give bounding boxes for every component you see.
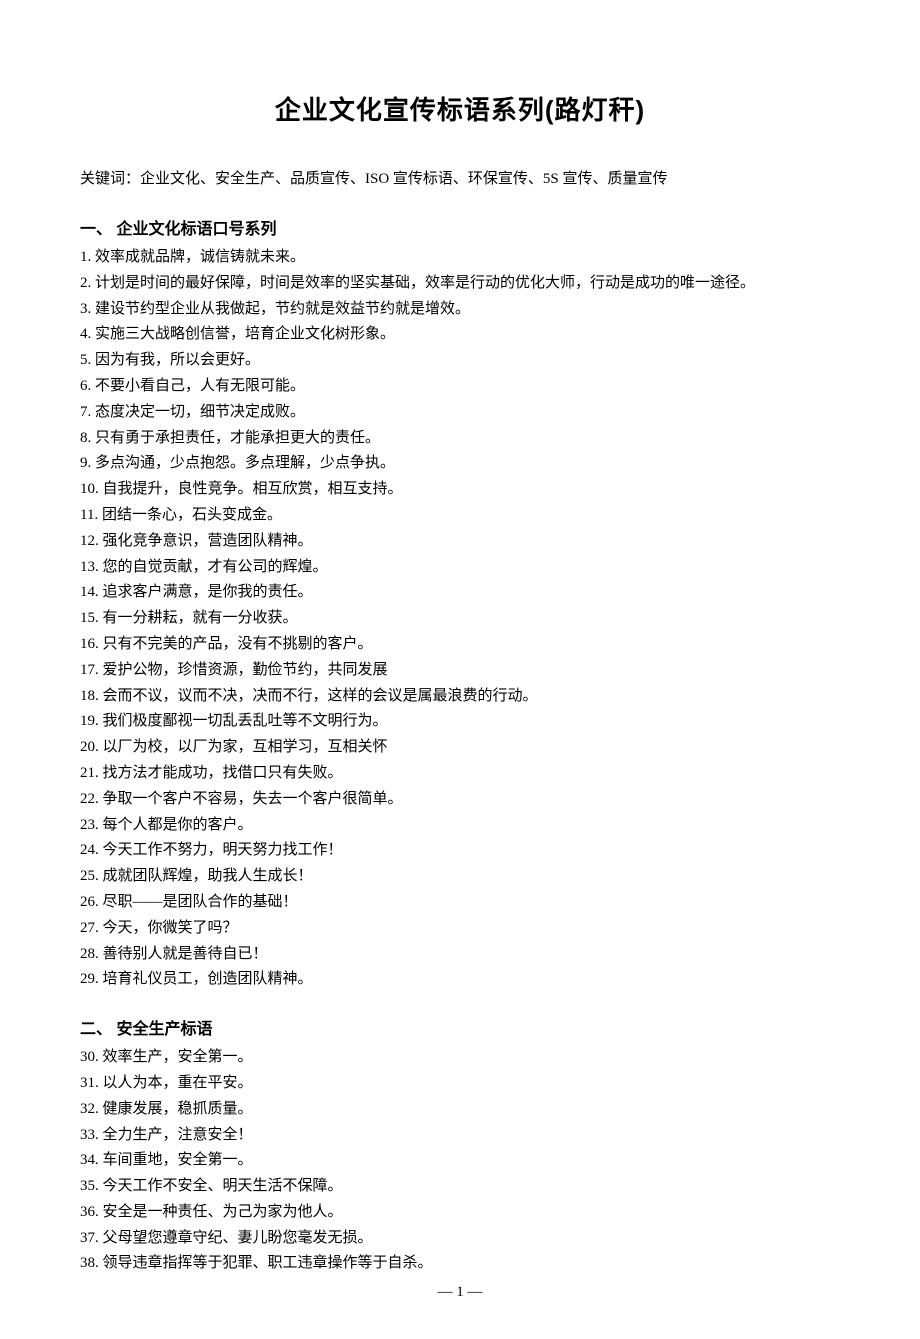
section-2-header: 二、 安全生产标语 — [80, 1015, 840, 1039]
list-item: 27. 今天，你微笑了吗？ — [80, 916, 840, 942]
list-item: 31. 以人为本，重在平安。 — [80, 1071, 840, 1097]
document-page: 企业文化宣传标语系列(路灯秆) 关键词：企业文化、安全生产、品质宣传、ISO 宣… — [0, 0, 920, 1339]
list-item: 11. 团结一条心，石头变成金。 — [80, 503, 840, 529]
list-item: 21. 找方法才能成功，找借口只有失败。 — [80, 761, 840, 787]
list-item: 9. 多点沟通，少点抱怨。多点理解，少点争执。 — [80, 451, 840, 477]
list-item: 15. 有一分耕耘，就有一分收获。 — [80, 606, 840, 632]
list-item: 2. 计划是时间的最好保障，时间是效率的坚实基础，效率是行动的优化大师，行动是成… — [80, 271, 840, 297]
list-item: 6. 不要小看自己，人有无限可能。 — [80, 374, 840, 400]
list-item: 25. 成就团队辉煌，助我人生成长！ — [80, 864, 840, 890]
list-item: 22. 争取一个客户不容易，失去一个客户很简单。 — [80, 787, 840, 813]
list-item: 16. 只有不完美的产品，没有不挑剔的客户。 — [80, 632, 840, 658]
list-item: 36. 安全是一种责任、为己为家为他人。 — [80, 1200, 840, 1226]
list-item: 26. 尽职——是团队合作的基础！ — [80, 890, 840, 916]
list-item: 34. 车间重地，安全第一。 — [80, 1148, 840, 1174]
list-item: 32. 健康发展，稳抓质量。 — [80, 1097, 840, 1123]
list-item: 35. 今天工作不安全、明天生活不保障。 — [80, 1174, 840, 1200]
list-item: 3. 建设节约型企业从我做起，节约就是效益节约就是增效。 — [80, 297, 840, 323]
list-item: 38. 领导违章指挥等于犯罪、职工违章操作等于自杀。 — [80, 1251, 840, 1277]
list-item: 29. 培育礼仪员工，创造团队精神。 — [80, 967, 840, 993]
list-item: 28. 善待别人就是善待自已！ — [80, 942, 840, 968]
list-item: 33. 全力生产，注意安全！ — [80, 1123, 840, 1149]
keywords-line: 关键词：企业文化、安全生产、品质宣传、ISO 宣传标语、环保宣传、5S 宣传、质… — [80, 167, 840, 191]
list-item: 37. 父母望您遵章守纪、妻儿盼您毫发无损。 — [80, 1226, 840, 1252]
list-item: 10. 自我提升，良性竞争。相互欣赏，相互支持。 — [80, 477, 840, 503]
list-item: 18. 会而不议，议而不决，决而不行，这样的会议是属最浪费的行动。 — [80, 684, 840, 710]
list-item: 24. 今天工作不努力，明天努力找工作！ — [80, 838, 840, 864]
list-item: 13. 您的自觉贡献，才有公司的辉煌。 — [80, 555, 840, 581]
list-item: 19. 我们极度鄙视一切乱丢乱吐等不文明行为。 — [80, 709, 840, 735]
list-item: 7. 态度决定一切，细节决定成败。 — [80, 400, 840, 426]
section-1: 一、 企业文化标语口号系列 1. 效率成就品牌，诚信铸就未来。 2. 计划是时间… — [80, 215, 840, 993]
list-item: 23. 每个人都是你的客户。 — [80, 813, 840, 839]
list-item: 5. 因为有我，所以会更好。 — [80, 348, 840, 374]
list-item: 1. 效率成就品牌，诚信铸就未来。 — [80, 245, 840, 271]
list-item: 4. 实施三大战略创信誉，培育企业文化树形象。 — [80, 322, 840, 348]
list-item: 8. 只有勇于承担责任，才能承担更大的责任。 — [80, 426, 840, 452]
document-title: 企业文化宣传标语系列(路灯秆) — [80, 90, 840, 127]
section-1-header: 一、 企业文化标语口号系列 — [80, 215, 840, 239]
list-item: 20. 以厂为校，以厂为家，互相学习，互相关怀 — [80, 735, 840, 761]
section-2: 二、 安全生产标语 30. 效率生产，安全第一。 31. 以人为本，重在平安。 … — [80, 1015, 840, 1277]
list-item: 17. 爱护公物，珍惜资源，勤俭节约，共同发展 — [80, 658, 840, 684]
list-item: 30. 效率生产，安全第一。 — [80, 1045, 840, 1071]
list-item: 14. 追求客户满意，是你我的责任。 — [80, 580, 840, 606]
page-number: — 1 — — [0, 1284, 920, 1301]
list-item: 12. 强化竞争意识，营造团队精神。 — [80, 529, 840, 555]
